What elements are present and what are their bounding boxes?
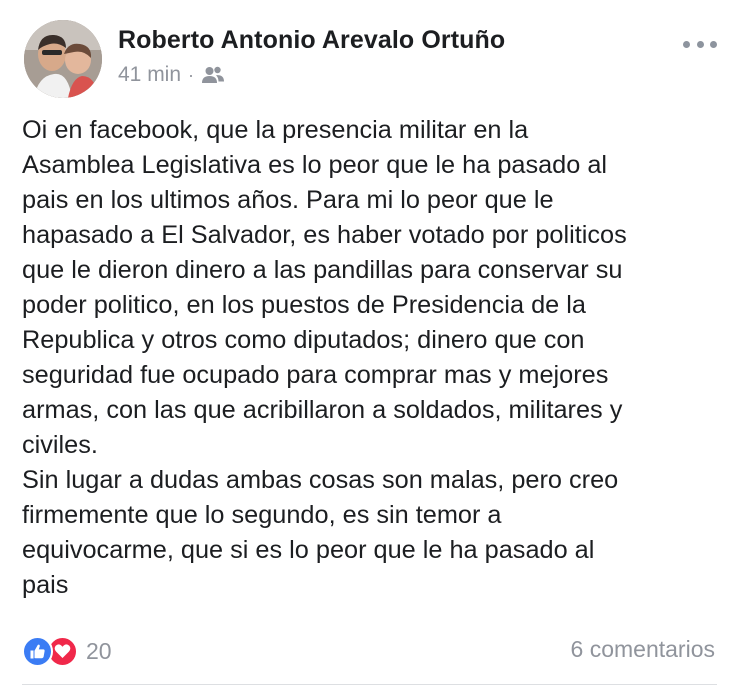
more-dot [683, 40, 690, 48]
post-body: Oi en facebook, que la presencia militar… [22, 116, 627, 599]
post-meta: 41 min · [118, 63, 225, 87]
author-avatar[interactable] [24, 20, 102, 98]
reaction-count: 20 [86, 637, 112, 664]
like-icon [22, 635, 53, 667]
author-name[interactable]: Roberto Antonio Arevalo Ortuño [118, 26, 505, 55]
reactions-summary[interactable]: 20 [22, 634, 112, 668]
more-options-icon[interactable] [683, 34, 717, 54]
friends-icon [202, 66, 225, 83]
meta-separator: · [188, 64, 195, 85]
more-dot [696, 40, 704, 48]
avatar-photo [24, 20, 102, 98]
more-dot [710, 40, 717, 48]
facebook-post: Roberto Antonio Arevalo Ortuño 41 min · … [0, 0, 739, 688]
footer-divider [22, 684, 717, 685]
post-timestamp[interactable]: 41 min [118, 63, 181, 87]
comments-count-link[interactable]: 6 comentarios [571, 636, 715, 663]
